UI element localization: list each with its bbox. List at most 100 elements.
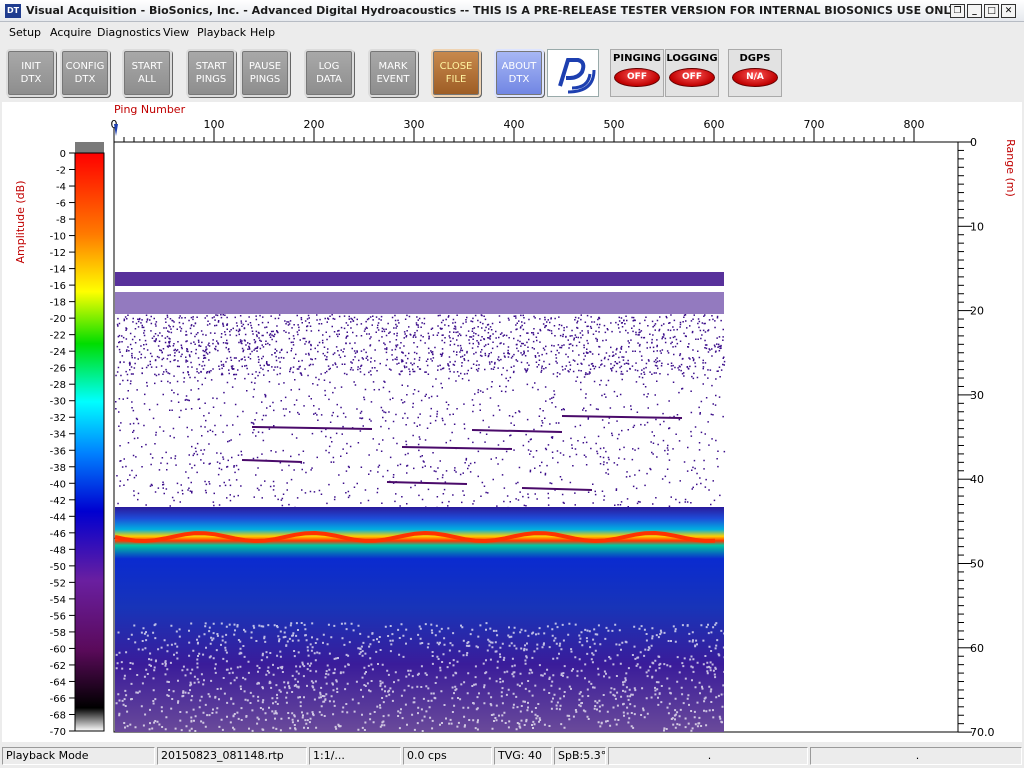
pause-pings-line2: PINGS (249, 74, 281, 85)
range-tick-label: 30 (970, 389, 984, 402)
app-icon: DT (5, 4, 21, 18)
init-dtx-button[interactable]: INIT DTX (6, 49, 56, 97)
ping-tick-label: 500 (604, 118, 625, 131)
menu-diagnostics[interactable]: Diagnostics (97, 26, 161, 39)
colorbar-tick-label: -62 (50, 661, 66, 672)
pinging-state: OFF (614, 68, 660, 87)
range-tick-label: 20 (970, 305, 984, 318)
ping-tick-label: 600 (704, 118, 725, 131)
mark-event-line1: MARK (378, 61, 408, 72)
close-file-line2: FILE (445, 74, 467, 85)
log-data-line2: DATA (316, 74, 342, 85)
colorbar-tick-label: -2 (56, 166, 66, 177)
status-tvg: TVG: 40 (494, 747, 552, 765)
mark-event-line2: EVENT (376, 74, 410, 85)
colorbar-tick-label: -68 (50, 710, 66, 721)
pause-pings-button[interactable]: PAUSE PINGS (240, 49, 290, 97)
status-bar: Playback Mode 20150823_081148.rtp 1:1/..… (0, 745, 1024, 768)
status-mode: Playback Mode (2, 747, 155, 765)
colorbar-tick-label: -28 (50, 380, 66, 391)
ping-axis-label: Ping Number (114, 103, 186, 116)
colorbar-tick-label: -36 (50, 446, 66, 457)
menu-help[interactable]: Help (250, 26, 275, 39)
about-dtx-line2: DTX (508, 74, 530, 85)
log-data-button[interactable]: LOG DATA (304, 49, 354, 97)
mark-event-button[interactable]: MARK EVENT (368, 49, 418, 97)
colorbar-tick-label: -70 (50, 727, 66, 738)
range-tick-label: 70.0 (970, 726, 995, 739)
about-dtx-button[interactable]: ABOUT DTX (494, 49, 544, 97)
ping-axis-ticks: 0 100 200 300 400 500 600 700 800 (111, 118, 925, 142)
surface-layer-lower (115, 292, 724, 314)
pinging-label: PINGING (613, 53, 661, 64)
colorbar-tick-label: -6 (56, 199, 66, 210)
ping-tick-label: 400 (504, 118, 525, 131)
pause-pings-line1: PAUSE (248, 61, 282, 72)
config-line1: CONFIG (65, 61, 105, 72)
menu-bar: Setup Acquire Diagnostics View Playback … (0, 23, 1024, 42)
status-file: 20150823_081148.rtp (157, 747, 307, 765)
colorbar-tick-label: -64 (50, 677, 66, 688)
ping-tick-label: 300 (404, 118, 425, 131)
colorbar-tick-label: -42 (50, 496, 66, 507)
colorbar-tick-label: -58 (50, 628, 66, 639)
restore-down-icon[interactable]: ❐ (950, 4, 965, 18)
colorbar-tick-label: -18 (50, 298, 66, 309)
status-extra-1: . (608, 747, 808, 765)
close-file-line1: CLOSE (439, 61, 473, 72)
start-all-line2: ALL (138, 74, 156, 85)
toolbar: INIT DTX CONFIG DTX START ALL START PINGS PA… (0, 43, 1024, 101)
colorbar-tick-label: -44 (50, 512, 66, 523)
colorbar-tick-label: -30 (50, 397, 66, 408)
colorbar-tick-label: -34 (50, 430, 66, 441)
pinging-indicator: PINGING OFF (610, 49, 664, 97)
range-tick-label: 50 (970, 558, 984, 571)
start-pings-button[interactable]: START PINGS (186, 49, 236, 97)
menu-view[interactable]: View (163, 26, 189, 39)
about-dtx-line1: ABOUT (501, 61, 537, 72)
colorbar-tick-label: -22 (50, 331, 66, 342)
start-pings-line1: START (195, 61, 227, 72)
biosonics-logo-icon[interactable] (547, 49, 599, 97)
status-spb: SpB:5.3° (554, 747, 606, 765)
colorbar-tick-label: -24 (50, 347, 66, 358)
logging-state: OFF (669, 68, 715, 87)
dgps-label: DGPS (739, 53, 771, 64)
menu-playback[interactable]: Playback (197, 26, 246, 39)
range-axis-label: Range (m) (1004, 139, 1017, 197)
config-dtx-button[interactable]: CONFIG DTX (60, 49, 110, 97)
log-data-line1: LOG (318, 61, 340, 72)
colorbar-tick-label: -26 (50, 364, 66, 375)
ping-tick-label: 700 (804, 118, 825, 131)
ping-tick-label: 200 (304, 118, 325, 131)
colorbar-tick-label: -50 (50, 562, 66, 573)
colorbar-ticks: 0 -2 -4 -6 -8 -10 -12 -14 -16 -18 -20 -22 -24 -26 -28 -… (50, 149, 75, 738)
menu-acquire[interactable]: Acquire (50, 26, 91, 39)
colorbar-tick-label: -38 (50, 463, 66, 474)
echogram-panel: 0 -2 -4 -6 -8 -10 -12 -14 -16 -18 -20 -22 -24 -26 -28 -… (2, 102, 1022, 742)
colorbar-tick-label: -56 (50, 611, 66, 622)
colorbar-tick-label: -20 (50, 314, 66, 325)
init-line1: INIT (21, 61, 41, 72)
config-line2: DTX (74, 74, 96, 85)
start-all-button[interactable]: START ALL (122, 49, 172, 97)
ping-tick-label: 800 (904, 118, 925, 131)
amplitude-axis-label: Amplitude (dB) (14, 181, 27, 264)
echogram-svg: 0 -2 -4 -6 -8 -10 -12 -14 -16 -18 -20 -22 -24 -26 -28 -… (14, 103, 1017, 739)
status-rate: 0.0 cps (403, 747, 492, 765)
maximize-button[interactable]: □ (984, 4, 999, 18)
init-line2: DTX (20, 74, 42, 85)
status-ratio: 1:1/... (309, 747, 401, 765)
bottom-echo-band (115, 507, 724, 732)
range-tick-label: 10 (970, 220, 984, 233)
surface-layer (115, 272, 724, 286)
colorbar-tick-label: 0 (60, 149, 66, 160)
close-button[interactable]: ✕ (1001, 4, 1016, 18)
menu-setup[interactable]: Setup (9, 26, 41, 39)
colorbar-tick-label: -46 (50, 529, 66, 540)
amplitude-colorbar (74, 152, 105, 732)
close-file-button[interactable]: CLOSE FILE (431, 49, 481, 97)
minimize-button[interactable]: _ (967, 4, 982, 18)
colorbar-tick-label: -40 (50, 479, 66, 490)
dgps-state: N/A (732, 68, 778, 87)
